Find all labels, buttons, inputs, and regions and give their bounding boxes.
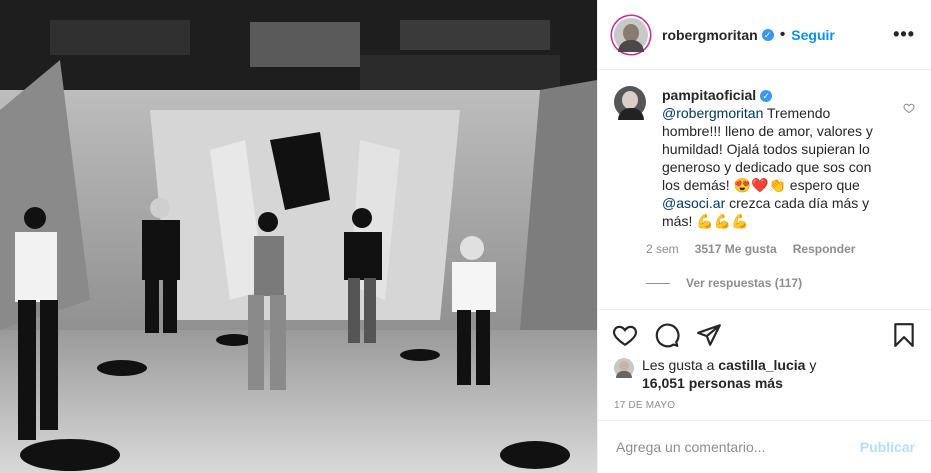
more-options-icon[interactable]: ••• [893, 24, 915, 45]
author-username[interactable]: robergmoritan [662, 27, 758, 43]
view-replies-button[interactable]: Ver respuestas (117) [646, 276, 877, 290]
comment-time[interactable]: 2 sem [646, 242, 679, 256]
save-bookmark-icon[interactable] [891, 322, 917, 348]
liked-by-count[interactable]: 16,051 personas más [642, 375, 783, 391]
comment-body-2: espero que [785, 177, 860, 193]
add-comment-bar: Publicar [598, 420, 931, 473]
replies-divider [646, 282, 670, 284]
commenter-avatar[interactable] [614, 86, 646, 120]
liked-by: Les gusta a castilla_lucia y 16,051 pers… [614, 356, 816, 392]
comment-meta: 2 sem 3517 Me gusta Responder [646, 242, 877, 256]
liked-by-user[interactable]: castilla_lucia [718, 357, 805, 373]
post-date[interactable]: 17 de mayo [614, 400, 675, 411]
emoji-group-1: 😍❤️👏 [733, 177, 786, 193]
comment-input[interactable] [614, 438, 860, 456]
instagram-post: robergmoritan ✓ • Seguir ••• pampitaofic… [0, 0, 931, 473]
post-actions [598, 309, 931, 349]
publish-button[interactable]: Publicar [860, 439, 915, 455]
comment-item: pampitaoficial ✓ @robergmoritan Tremendo … [614, 86, 915, 290]
liker-avatar[interactable] [614, 358, 634, 378]
post-photo-image [0, 0, 597, 473]
post-photo[interactable] [0, 0, 597, 473]
comment-bubble-icon[interactable] [654, 322, 680, 348]
mention-link[interactable]: @robergmoritan [662, 105, 763, 121]
header-separator: • [779, 25, 786, 43]
comment-like-heart-icon[interactable] [903, 102, 915, 114]
post-sidebar: robergmoritan ✓ • Seguir ••• pampitaofic… [597, 0, 931, 473]
follow-button[interactable]: Seguir [791, 27, 835, 43]
view-replies-label: Ver respuestas (117) [686, 276, 803, 290]
emoji-group-2: 💪💪💪 [696, 213, 749, 229]
like-heart-icon[interactable] [612, 322, 638, 348]
liked-by-prefix: Les gusta a [642, 357, 719, 373]
mention-link[interactable]: @asoci.ar [662, 195, 725, 211]
commenter-username[interactable]: pampitaoficial [662, 87, 756, 103]
liked-by-middle: y [805, 357, 817, 373]
reply-button[interactable]: Responder [793, 242, 856, 256]
share-send-icon[interactable] [696, 322, 722, 348]
verified-badge-icon: ✓ [761, 28, 774, 41]
liked-by-text: Les gusta a castilla_lucia y 16,051 pers… [642, 356, 816, 392]
comment-likes[interactable]: 3517 Me gusta [695, 242, 777, 256]
verified-badge-icon: ✓ [760, 90, 773, 103]
post-header: robergmoritan ✓ • Seguir ••• [598, 0, 931, 70]
author-avatar[interactable] [614, 17, 648, 52]
comment-text: pampitaoficial ✓ @robergmoritan Tremendo … [662, 86, 877, 230]
comments-section: pampitaoficial ✓ @robergmoritan Tremendo … [614, 86, 915, 310]
